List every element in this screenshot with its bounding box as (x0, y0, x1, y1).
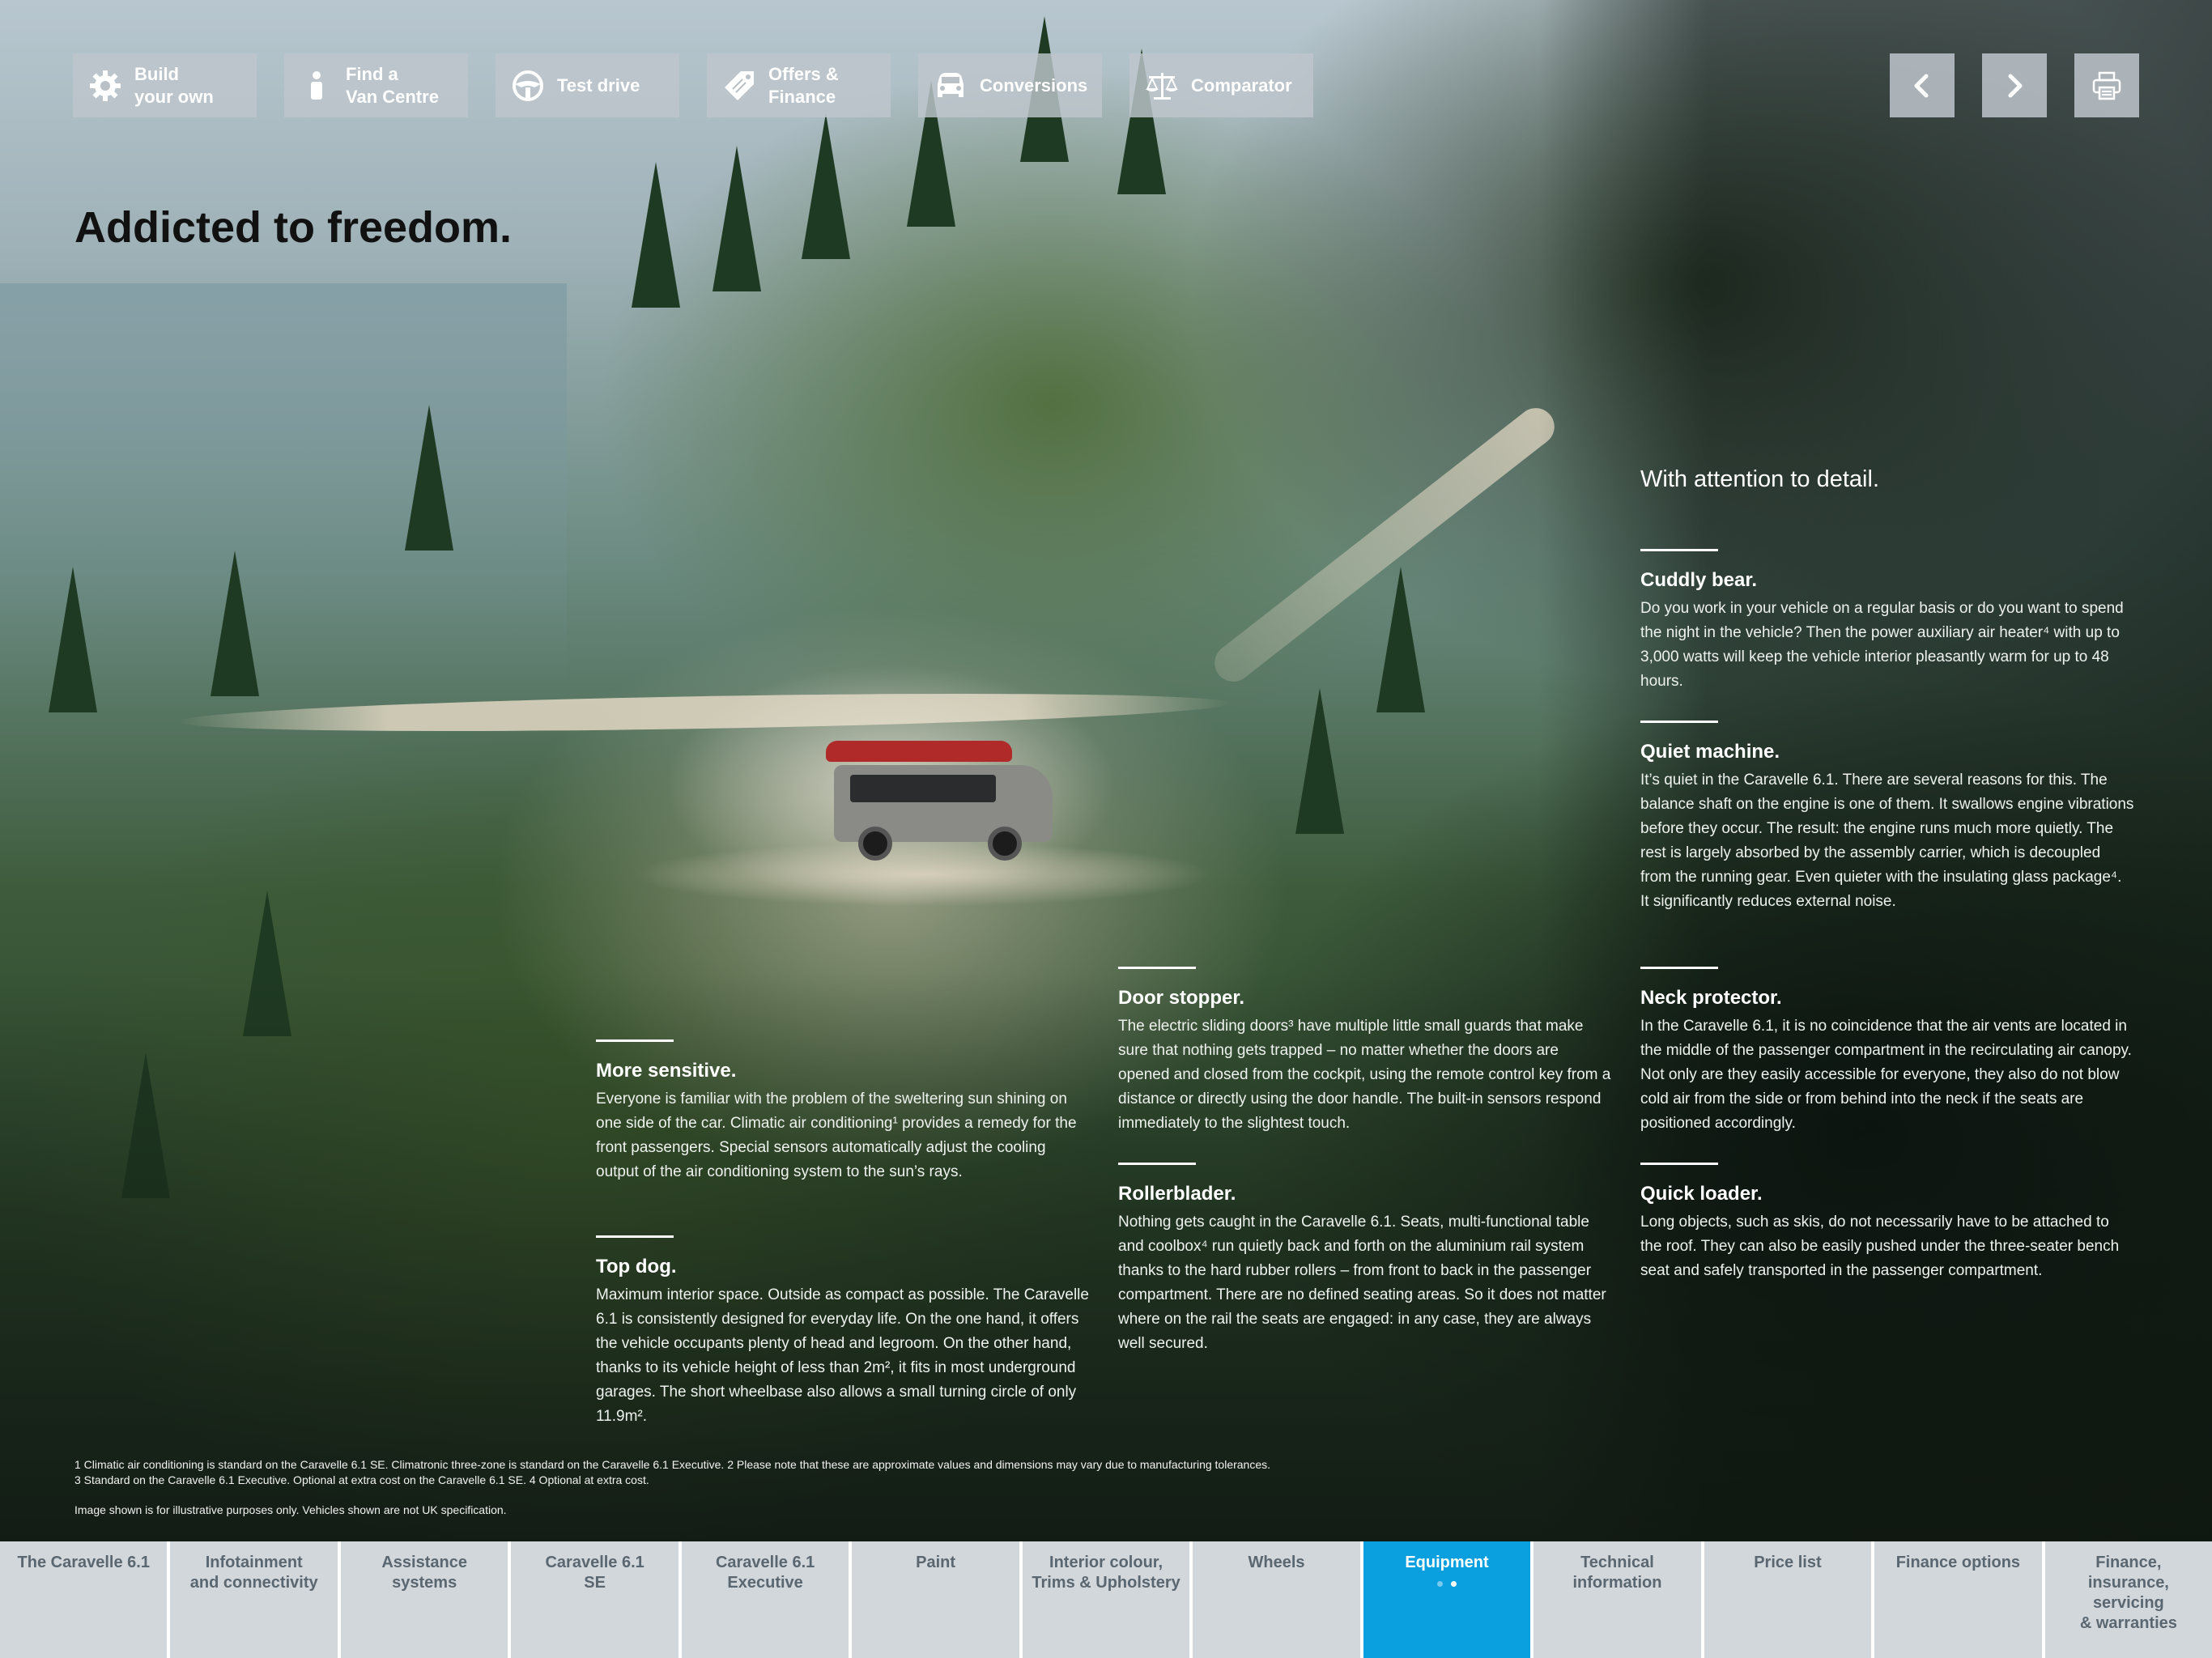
feature-title: Neck protector. (1640, 987, 1782, 1009)
feature-quiet-machine: Quiet machine. It’s quiet in the Caravel… (1640, 721, 2134, 914)
comparator-button[interactable]: Comparator (1129, 53, 1313, 117)
tab-label: Equipment (1405, 1554, 1489, 1571)
van-image (826, 741, 1061, 862)
page-dot-active[interactable] (1450, 1581, 1457, 1587)
tab-wheels[interactable]: Wheels (1193, 1541, 1360, 1658)
person-icon (311, 70, 322, 100)
tab-the-caravelle[interactable]: The Caravelle 6.1 (0, 1541, 168, 1658)
tab-label: Assistance systems (381, 1554, 467, 1592)
tab-label: Price list (1754, 1554, 1822, 1571)
previous-page-button[interactable] (1890, 53, 1955, 117)
build-your-own-label: Build your own (134, 64, 214, 107)
divider (1118, 967, 1196, 969)
footnote-line: 1 Climatic air conditioning is standard … (74, 1458, 1271, 1471)
divider (1640, 1163, 1718, 1165)
section-intro: With attention to detail. (1640, 466, 1879, 492)
feature-more-sensitive: More sensitive. Everyone is familiar wit… (596, 1039, 1090, 1184)
feature-body: Nothing gets caught in the Caravelle 6.1… (1118, 1214, 1606, 1352)
feature-body: Maximum interior space. Outside as compa… (596, 1286, 1089, 1425)
feature-title: Cuddly bear. (1640, 569, 1758, 591)
divider (1118, 1163, 1196, 1165)
test-drive-label: Test drive (557, 74, 640, 96)
tab-label: Caravelle 6.1 SE (545, 1554, 644, 1592)
comparator-label: Comparator (1191, 74, 1292, 96)
feature-cuddly-bear: Cuddly bear. Do you work in your vehicle… (1640, 549, 2134, 694)
tab-assistance-systems[interactable]: Assistance systems (340, 1541, 508, 1658)
offers-finance-label: Offers & Finance (768, 64, 839, 107)
page-navigation (1890, 53, 2139, 117)
page-indicator (1436, 1581, 1457, 1587)
tab-finance-options[interactable]: Finance options (1874, 1541, 2042, 1658)
offers-finance-button[interactable]: Offers & Finance (707, 53, 891, 117)
printer-icon (2092, 71, 2121, 100)
feature-top-dog: Top dog. Maximum interior space. Outside… (596, 1235, 1090, 1429)
car-front-icon (938, 72, 963, 97)
feature-title: More sensitive. (596, 1060, 737, 1082)
feature-door-stopper: Door stopper. The electric sliding doors… (1118, 967, 1612, 1136)
page-dot[interactable] (1436, 1581, 1443, 1587)
test-drive-button[interactable]: Test drive (496, 53, 679, 117)
tab-label: Finance options (1895, 1554, 2021, 1571)
tab-label: Paint (916, 1554, 956, 1571)
feature-title: Door stopper. (1118, 987, 1245, 1009)
divider (596, 1235, 674, 1238)
scales-icon (1146, 72, 1178, 100)
feature-title: Rollerblader. (1118, 1183, 1236, 1205)
chevron-left-icon (1914, 74, 1929, 97)
tab-finance-insurance[interactable]: Finance, insurance, servicing & warranti… (2044, 1541, 2212, 1658)
tab-label: Caravelle 6.1 Executive (715, 1554, 815, 1592)
tab-label: Finance, insurance, servicing & warranti… (2079, 1554, 2177, 1632)
find-van-centre-label: Find a Van Centre (346, 64, 439, 107)
feature-quick-loader: Quick loader. Long objects, such as skis… (1640, 1163, 2134, 1283)
top-toolbar: Build your own Find a Van Centre Test dr… (73, 53, 1313, 117)
feature-body: Everyone is familiar with the problem of… (596, 1090, 1077, 1180)
feature-body: Do you work in your vehicle on a regular… (1640, 600, 2124, 690)
print-button[interactable] (2074, 53, 2139, 117)
gear-icon (90, 70, 121, 101)
feature-body: Long objects, such as skis, do not neces… (1640, 1214, 2120, 1279)
conversions-label: Conversions (980, 74, 1088, 96)
find-van-centre-button[interactable]: Find a Van Centre (284, 53, 468, 117)
bottom-tab-bar: The Caravelle 6.1 Infotainment and conne… (0, 1541, 2212, 1658)
tab-label: Interior colour, Trims & Upholstery (1032, 1554, 1180, 1592)
tab-caravelle-se[interactable]: Caravelle 6.1 SE (511, 1541, 678, 1658)
tab-label: Wheels (1248, 1554, 1305, 1571)
feature-body: It’s quiet in the Caravelle 6.1. There a… (1640, 772, 2134, 910)
divider (596, 1039, 674, 1042)
tab-label: Infotainment and connectivity (189, 1554, 318, 1592)
tab-label: Technical information (1572, 1554, 1662, 1592)
divider (1640, 967, 1718, 969)
tab-price-list[interactable]: Price list (1704, 1541, 1872, 1658)
tag-icon (725, 70, 754, 100)
feature-body: The electric sliding doors³ have multipl… (1118, 1018, 1611, 1132)
divider (1640, 721, 1718, 723)
page-title: Addicted to freedom. (74, 203, 513, 252)
tab-equipment[interactable]: Equipment (1363, 1541, 1531, 1658)
feature-title: Quiet machine. (1640, 741, 1780, 763)
tab-interior-colour[interactable]: Interior colour, Trims & Upholstery (1022, 1541, 1190, 1658)
feature-title: Top dog. (596, 1256, 677, 1278)
build-your-own-button[interactable]: Build your own (73, 53, 257, 117)
disclaimer: Image shown is for illustrative purposes… (74, 1503, 507, 1516)
feature-rollerblader: Rollerblader. Nothing gets caught in the… (1118, 1163, 1612, 1356)
divider (1640, 549, 1718, 551)
footnotes: 1 Climatic air conditioning is standard … (74, 1457, 1613, 1518)
conversions-button[interactable]: Conversions (918, 53, 1102, 117)
tab-technical-information[interactable]: Technical information (1534, 1541, 1701, 1658)
feature-neck-protector: Neck protector. In the Caravelle 6.1, it… (1640, 967, 2134, 1136)
tab-paint[interactable]: Paint (852, 1541, 1019, 1658)
tab-infotainment[interactable]: Infotainment and connectivity (170, 1541, 338, 1658)
feature-title: Quick loader. (1640, 1183, 1763, 1205)
chevron-right-icon (2008, 74, 2023, 97)
next-page-button[interactable] (1982, 53, 2047, 117)
feature-body: In the Caravelle 6.1, it is no coinciden… (1640, 1018, 2132, 1132)
tab-caravelle-executive[interactable]: Caravelle 6.1 Executive (681, 1541, 849, 1658)
footnote-line: 3 Standard on the Caravelle 6.1 Executiv… (74, 1473, 649, 1486)
tab-label: The Caravelle 6.1 (17, 1554, 150, 1571)
steering-wheel-icon (513, 70, 543, 101)
